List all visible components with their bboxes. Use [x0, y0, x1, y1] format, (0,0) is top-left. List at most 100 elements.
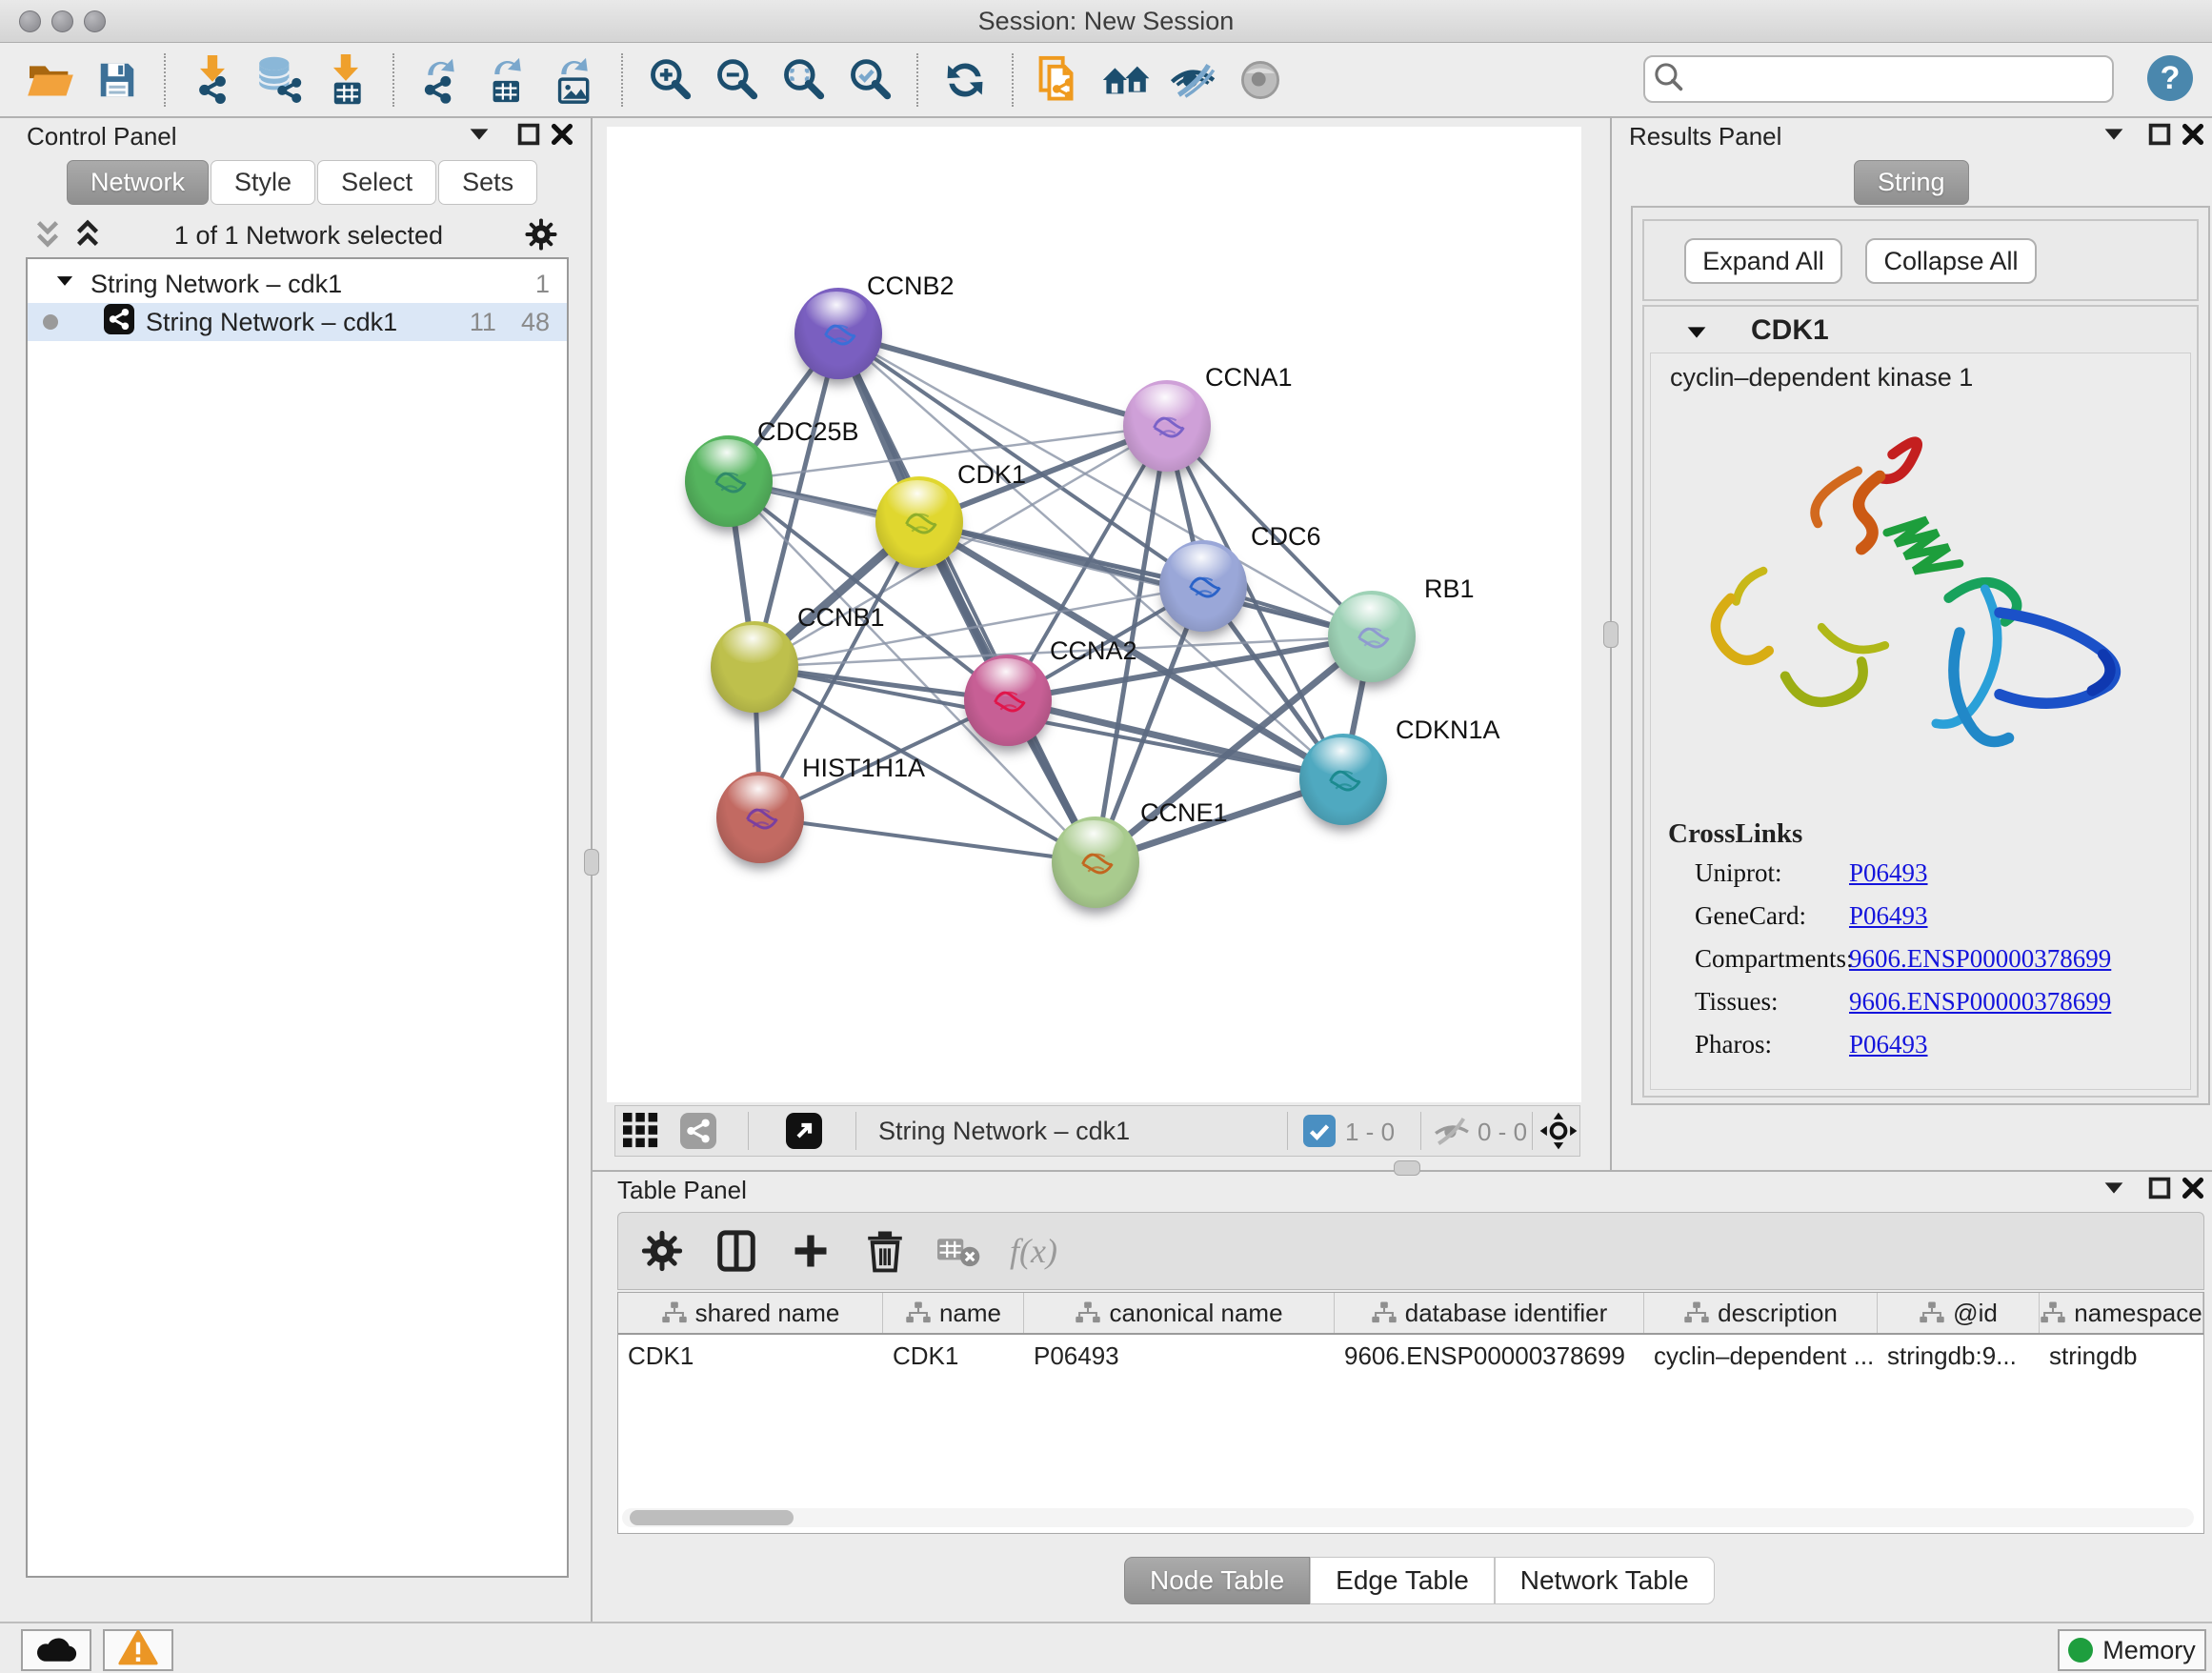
table-hscrollbar-thumb[interactable]	[630, 1510, 794, 1525]
expand-all-networks-icon[interactable]	[72, 219, 103, 256]
table-panel-menu-icon[interactable]	[2100, 1174, 2128, 1202]
import-table-from-file-icon[interactable]	[318, 50, 373, 110]
node-CDC6[interactable]	[1159, 540, 1247, 632]
node-HIST1H1A[interactable]	[716, 772, 804, 863]
show-all-icon[interactable]	[1233, 50, 1288, 110]
node-CCNE1[interactable]	[1052, 816, 1139, 908]
table-panel-close-icon[interactable]	[2179, 1174, 2207, 1202]
export-network-icon[interactable]	[413, 50, 469, 110]
hide-selected-icon[interactable]	[1166, 50, 1221, 110]
network-options-gear-icon[interactable]	[524, 217, 558, 256]
open-session-icon[interactable]	[23, 50, 78, 110]
collapse-all-button[interactable]: Collapse All	[1865, 238, 2037, 284]
table-hscrollbar[interactable]	[622, 1508, 2194, 1527]
column-header-database-identifier[interactable]: database identifier	[1335, 1293, 1644, 1333]
node-RB1[interactable]	[1328, 591, 1416, 682]
edge-HIST1H1A-CCNE1[interactable]	[760, 817, 1096, 862]
tab-edge-table[interactable]: Edge Table	[1310, 1557, 1495, 1604]
left-splitter-handle[interactable]	[584, 849, 599, 876]
table-settings-gear-icon[interactable]	[632, 1220, 693, 1281]
column-header-namespace[interactable]: namespace	[2040, 1293, 2203, 1333]
results-panel-close-icon[interactable]	[2179, 120, 2207, 149]
column-header-shared-name[interactable]: shared name	[618, 1293, 883, 1333]
cell[interactable]: stringdb:9...	[1878, 1341, 2040, 1371]
tab-sets[interactable]: Sets	[438, 160, 537, 205]
network-row-selected[interactable]: String Network – cdk1 11 48	[28, 303, 567, 341]
cell[interactable]: 9606.ENSP00000378699	[1335, 1341, 1644, 1371]
control-panel-close-icon[interactable]	[548, 120, 576, 149]
node-CCNB1[interactable]	[711, 621, 798, 713]
column-header--id[interactable]: @id	[1878, 1293, 2040, 1333]
export-image-icon[interactable]	[547, 50, 602, 110]
crosslink-link[interactable]: P06493	[1849, 1030, 1928, 1059]
search-input[interactable]	[1693, 64, 2112, 95]
import-network-from-file-icon[interactable]	[185, 50, 240, 110]
zoom-selected-icon[interactable]	[842, 50, 897, 110]
edge-CCNB2-CCNA1[interactable]	[838, 333, 1167, 426]
search-input-wrap[interactable]	[1643, 55, 2114, 103]
control-panel-menu-icon[interactable]	[465, 120, 493, 149]
network-collection-row[interactable]: String Network – cdk1 1	[28, 265, 567, 303]
crosslink-link[interactable]: 9606.ENSP00000378699	[1849, 987, 2111, 1017]
cell[interactable]: CDK1	[618, 1341, 883, 1371]
cell[interactable]: cyclin–dependent ...	[1644, 1341, 1878, 1371]
results-tab-string[interactable]: String	[1854, 160, 1969, 205]
node-CCNB2[interactable]	[794, 288, 882, 379]
tab-network[interactable]: Network	[67, 160, 209, 205]
export-table-icon[interactable]	[480, 50, 535, 110]
tab-network-table[interactable]: Network Table	[1495, 1557, 1715, 1604]
crosslink-link[interactable]: P06493	[1849, 858, 1928, 888]
column-header-description[interactable]: description	[1644, 1293, 1878, 1333]
bottom-splitter-handle[interactable]	[1394, 1160, 1420, 1176]
zoom-out-icon[interactable]	[709, 50, 764, 110]
memory-button[interactable]: Memory	[2058, 1629, 2206, 1671]
cell[interactable]: P06493	[1024, 1341, 1335, 1371]
cell[interactable]: CDK1	[883, 1341, 1024, 1371]
refresh-view-icon[interactable]	[937, 50, 993, 110]
expand-all-button[interactable]: Expand All	[1684, 238, 1842, 284]
column-header-canonical-name[interactable]: canonical name	[1024, 1293, 1335, 1333]
crosslink-link[interactable]: P06493	[1849, 901, 1928, 931]
collection-expander-icon[interactable]	[52, 269, 77, 300]
delete-column-trash-icon[interactable]	[855, 1220, 915, 1281]
save-session-icon[interactable]	[90, 50, 145, 110]
tab-select[interactable]: Select	[317, 160, 436, 205]
results-panel-float-icon[interactable]	[2145, 120, 2174, 149]
table-panel-float-icon[interactable]	[2145, 1174, 2174, 1202]
cloud-button[interactable]	[21, 1629, 91, 1671]
network-canvas[interactable]: CCNB2CCNA1CDC25BCDK1CDC6RB1CCNB1CCNA2CDK…	[607, 127, 1581, 1102]
cell[interactable]: stringdb	[2040, 1341, 2203, 1371]
table-row[interactable]: CDK1CDK1P064939606.ENSP00000378699cyclin…	[618, 1335, 2203, 1377]
control-panel-float-icon[interactable]	[514, 120, 543, 149]
node-CCNA1[interactable]	[1123, 380, 1211, 472]
right-splitter-handle[interactable]	[1603, 621, 1619, 648]
clone-network-icon[interactable]	[1033, 50, 1088, 110]
birds-eye-grid-icon[interactable]	[623, 1113, 659, 1154]
delete-table-icon[interactable]	[929, 1220, 990, 1281]
function-builder-icon[interactable]: f(x)	[1003, 1220, 1064, 1281]
column-header-name[interactable]: name	[883, 1293, 1024, 1333]
results-panel-menu-icon[interactable]	[2100, 120, 2128, 149]
node-CCNA2[interactable]	[964, 655, 1052, 746]
detach-view-icon[interactable]	[786, 1113, 822, 1154]
warnings-button[interactable]	[103, 1629, 173, 1671]
show-column-icon[interactable]	[706, 1220, 767, 1281]
hidden-eye-slash-icon[interactable]	[1433, 1116, 1471, 1153]
zoom-in-icon[interactable]	[642, 50, 697, 110]
tab-style[interactable]: Style	[211, 160, 315, 205]
add-column-icon[interactable]	[780, 1220, 841, 1281]
node-CDC25B[interactable]	[685, 435, 773, 527]
selected-checkbox-icon[interactable]	[1303, 1115, 1336, 1152]
network-overview-icon[interactable]	[680, 1113, 716, 1154]
tab-node-table[interactable]: Node Table	[1124, 1557, 1310, 1604]
gene-section-collapse-icon[interactable]	[1682, 318, 1711, 352]
crosslink-link[interactable]: 9606.ENSP00000378699	[1849, 944, 2111, 974]
collapse-all-networks-icon[interactable]	[32, 219, 63, 256]
first-neighbors-icon[interactable]	[1099, 50, 1155, 110]
fit-selected-move-icon[interactable]	[1538, 1111, 1579, 1156]
node-CDK1[interactable]	[875, 476, 963, 568]
zoom-fit-content-icon[interactable]	[775, 50, 831, 110]
import-network-from-database-icon[interactable]	[251, 50, 307, 110]
node-CDKN1A[interactable]	[1299, 734, 1387, 825]
help-button[interactable]: ?	[2147, 55, 2193, 101]
